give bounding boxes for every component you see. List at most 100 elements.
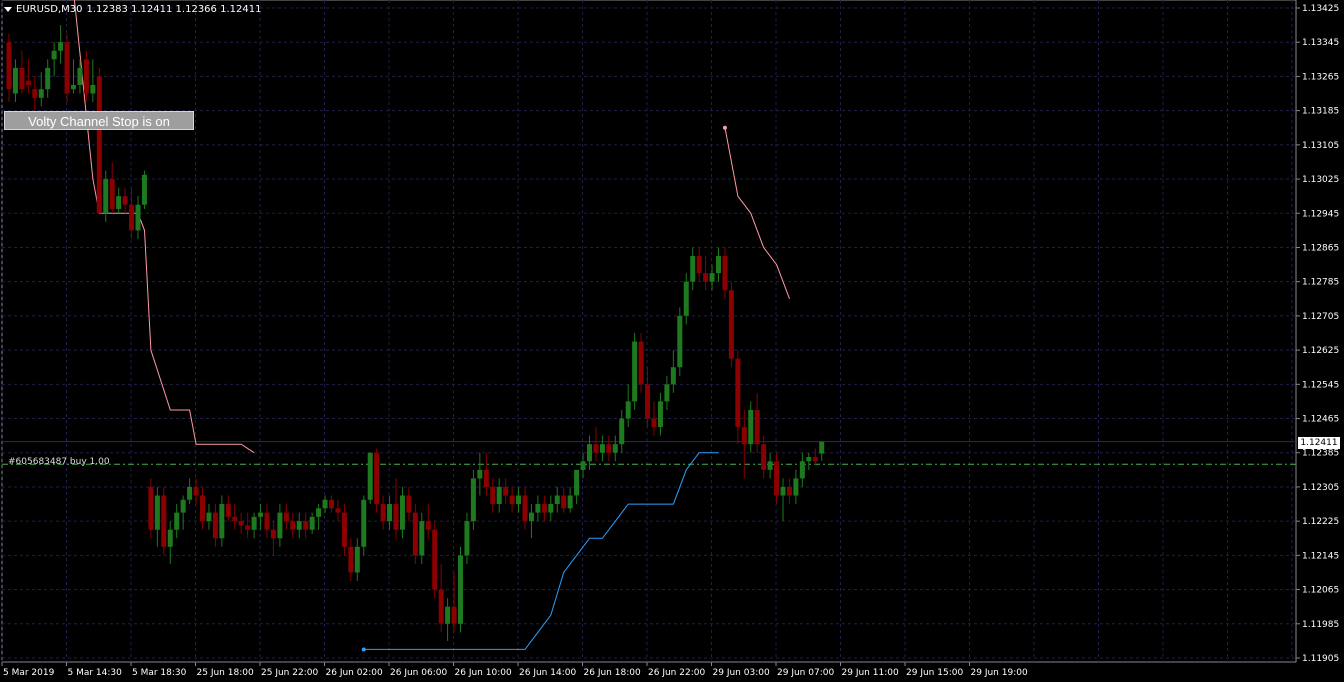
candle-body[interactable] [806,457,812,462]
candle-body[interactable] [167,529,173,547]
candle-body[interactable] [651,418,657,428]
candle-body[interactable] [393,504,399,530]
candle-body[interactable] [161,495,167,547]
candle-body[interactable] [206,512,212,522]
candle-body[interactable] [264,512,270,530]
candle-body[interactable] [135,204,141,231]
candle-body[interactable] [303,521,309,530]
candle-body[interactable] [464,521,470,556]
candle-body[interactable] [748,409,754,445]
candle-body[interactable] [735,358,741,428]
candle-body[interactable] [535,504,541,513]
candle-body[interactable] [509,495,515,505]
candle-body[interactable] [154,495,160,530]
candle-body[interactable] [638,341,644,385]
volty-channel-stop-button[interactable]: Volty Channel Stop is on [4,111,194,130]
candle-body[interactable] [458,555,463,624]
candle-body[interactable] [722,256,728,291]
candle-body[interactable] [625,401,631,419]
candle-body[interactable] [664,384,670,402]
candle-body[interactable] [367,452,373,500]
candle-body[interactable] [96,76,102,214]
candle-body[interactable] [438,589,444,624]
candle-body[interactable] [51,50,57,60]
candle-body[interactable] [25,80,31,85]
candle-body[interactable] [316,508,322,517]
candle-body[interactable] [709,273,715,282]
candle-body[interactable] [587,444,592,462]
candle-body[interactable] [632,341,638,402]
candle-body[interactable] [728,290,734,359]
price-chart[interactable]: 1.13425 1.13345 1.13265 1.13185 1.13105 1.130… [0,0,1344,682]
candle-body[interactable] [225,504,231,517]
candle-body[interactable] [451,606,457,624]
candle-body[interactable] [32,89,38,98]
candle-body[interactable] [245,525,251,530]
candle-body[interactable] [212,512,218,539]
candle-body[interactable] [657,401,663,428]
candle-body[interactable] [619,418,625,445]
candle-body[interactable] [45,67,51,90]
candle-body[interactable] [38,89,44,98]
candle-body[interactable] [528,512,534,522]
candle-body[interactable] [251,516,257,530]
candle-body[interactable] [812,457,818,462]
candle-body[interactable] [77,67,83,85]
candle-body[interactable] [200,495,205,522]
candle-body[interactable] [516,495,522,505]
candle-body[interactable] [387,504,393,522]
candle-body[interactable] [232,516,238,522]
candle-body[interactable] [116,196,122,209]
candle-body[interactable] [148,486,154,530]
candle-body[interactable] [677,315,683,368]
candle-body[interactable] [445,606,451,624]
candle-body[interactable] [483,469,489,487]
candle-body[interactable] [554,495,560,505]
candle-body[interactable] [12,67,18,94]
candle-body[interactable] [348,546,354,573]
candle-body[interactable] [612,444,618,453]
candle-body[interactable] [786,486,792,496]
candle-body[interactable] [774,461,780,496]
candle-body[interactable] [561,495,567,509]
candle-body[interactable] [219,504,225,539]
candle-body[interactable] [503,486,509,496]
candle-body[interactable] [258,512,264,517]
candle-body[interactable] [425,521,431,530]
collapse-triangle-icon[interactable] [4,7,12,12]
candle-body[interactable] [277,512,283,539]
candle-body[interactable] [606,444,612,453]
candle-body[interactable] [406,495,412,513]
candle-body[interactable] [412,512,418,556]
candle-body[interactable] [141,174,147,205]
candle-body[interactable] [432,529,438,590]
candle-body[interactable] [122,196,128,205]
candle-body[interactable] [683,281,689,316]
candle-body[interactable] [696,256,702,274]
candle-body[interactable] [490,486,496,505]
candle-body[interactable] [580,461,586,470]
candle-body[interactable] [361,499,367,547]
candle-body[interactable] [541,504,547,513]
candle-body[interactable] [354,546,360,573]
candle-body[interactable] [270,529,276,539]
candle-body[interactable] [19,67,25,90]
candle-body[interactable] [574,469,580,496]
candle-body[interactable] [716,256,721,274]
candle-body[interactable] [645,384,651,419]
candle-body[interactable] [174,512,180,530]
candle-body[interactable] [767,461,773,470]
candle-body[interactable] [593,444,599,453]
candle-body[interactable] [548,504,554,513]
candle-body[interactable] [335,508,341,513]
candle-body[interactable] [71,84,76,90]
candle-body[interactable] [374,452,380,505]
candle-body[interactable] [180,499,186,513]
candle-body[interactable] [690,256,696,282]
candle-body[interactable] [477,469,483,479]
candle-body[interactable] [741,427,747,445]
candle-body[interactable] [6,42,12,90]
candle-body[interactable] [780,486,786,496]
candle-body[interactable] [703,273,709,282]
candle-body[interactable] [90,84,96,94]
